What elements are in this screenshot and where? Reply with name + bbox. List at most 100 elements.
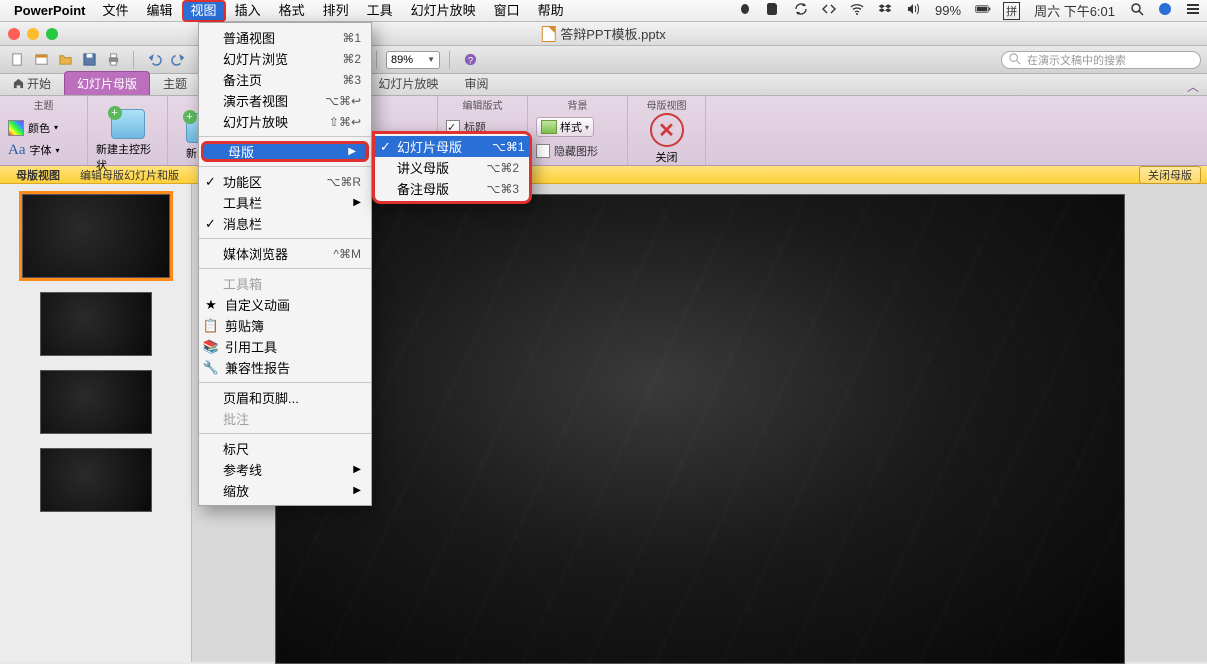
menu-file[interactable]: 文件 [94, 0, 138, 22]
menu-compatibility[interactable]: 🔧兼容性报告 [199, 357, 371, 378]
menu-custom-animation[interactable]: ★自定义动画 [199, 294, 371, 315]
menu-view[interactable]: 视图 [182, 0, 226, 22]
thumbnail-master[interactable] [22, 194, 170, 278]
minimize-window-button[interactable] [27, 28, 39, 40]
tab-slide-master[interactable]: 幻灯片母版 [64, 71, 150, 95]
battery-text[interactable]: 99% [933, 3, 963, 18]
menu-insert[interactable]: 插入 [226, 0, 270, 22]
svg-text:?: ? [467, 55, 472, 65]
wrench-icon: 🔧 [203, 360, 219, 376]
zoom-value: 89% [391, 54, 413, 66]
close-master-bar-button[interactable]: 关闭母版 [1139, 166, 1201, 184]
books-icon: 📚 [203, 339, 219, 355]
volume-icon[interactable] [905, 1, 921, 20]
open-button[interactable] [54, 50, 76, 70]
spotlight-icon[interactable] [1129, 1, 1145, 20]
document-icon [541, 26, 555, 42]
menu-scrapbook[interactable]: 📋剪贴簿 [199, 315, 371, 336]
master-submenu: 幻灯片母版⌥⌘1 讲义母版⌥⌘2 备注母版⌥⌘3 [372, 131, 532, 204]
theme-fonts-button[interactable]: Aa字体▾ [8, 142, 60, 159]
ime-indicator[interactable]: 拼 [1003, 2, 1020, 20]
main-area [0, 184, 1207, 662]
clock[interactable]: 周六 下午6:01 [1032, 1, 1117, 20]
tab-home[interactable]: 开始 [0, 71, 64, 95]
background-styles-button[interactable]: 样式▾ [536, 117, 594, 137]
search-field[interactable]: 在演示文稿中的搜索 [1001, 51, 1201, 69]
menu-reference-tools[interactable]: 📚引用工具 [199, 336, 371, 357]
window-titlebar: 答辩PPT模板.pptx [0, 22, 1207, 46]
thumbnail-layout-3[interactable] [40, 448, 152, 512]
quick-access-toolbar: 89%▼ ? 在演示文稿中的搜索 [0, 46, 1207, 74]
group-edit-label: 编辑版式 [438, 96, 527, 113]
menu-master[interactable]: 母版▶ [201, 141, 369, 162]
siri-icon[interactable] [1157, 1, 1173, 20]
slide-thumbnails[interactable] [0, 184, 192, 662]
menu-message-bar[interactable]: 消息栏 [199, 213, 371, 234]
menu-tools[interactable]: 工具 [358, 0, 402, 22]
wifi-icon[interactable] [849, 1, 865, 20]
zoom-combo[interactable]: 89%▼ [386, 51, 440, 69]
submenu-notes-master[interactable]: 备注母版⌥⌘3 [375, 178, 529, 199]
menu-ruler[interactable]: 标尺 [199, 438, 371, 459]
menu-header-footer[interactable]: 页眉和页脚... [199, 387, 371, 408]
menubar-right: 99% 拼 周六 下午6:01 [737, 1, 1201, 20]
menu-window[interactable]: 窗口 [485, 0, 529, 22]
master-info-bar: 母版视图 编辑母版幻灯片和版 关闭母版 [0, 166, 1207, 184]
master-info-text: 编辑母版幻灯片和版 [70, 167, 189, 183]
menu-slide-sorter[interactable]: 幻灯片浏览⌘2 [199, 48, 371, 69]
menu-guides[interactable]: 参考线▶ [199, 459, 371, 480]
undo-button[interactable] [143, 50, 165, 70]
search-placeholder: 在演示文稿中的搜索 [1027, 52, 1126, 68]
new-placeholder-button[interactable]: 新建主控形状 [96, 109, 159, 173]
group-background-label: 背景 [528, 96, 627, 113]
menu-slideshow[interactable]: 幻灯片放映 [402, 0, 485, 22]
menu-edit[interactable]: 编辑 [138, 0, 182, 22]
new-file-button[interactable] [6, 50, 28, 70]
help-button[interactable]: ? [459, 50, 481, 70]
menu-format[interactable]: 格式 [270, 0, 314, 22]
theme-colors-button[interactable]: 颜色▾ [8, 120, 60, 136]
thumbnail-layout-2[interactable] [40, 370, 152, 434]
master-info-title: 母版视图 [6, 167, 70, 183]
ribbon: 主题 颜色▾ Aa字体▾ 新建主控形状 新的版 编辑版式 ✓标题 背景 样式▾ … [0, 96, 1207, 166]
notification-icon[interactable] [1185, 1, 1201, 20]
menu-comments: 批注 [199, 408, 371, 429]
close-window-button[interactable] [8, 28, 20, 40]
menu-toolbars[interactable]: 工具栏▶ [199, 192, 371, 213]
menu-help[interactable]: 帮助 [529, 0, 573, 22]
evernote-icon[interactable] [765, 1, 781, 20]
save-button[interactable] [78, 50, 100, 70]
tab-themes[interactable]: 主题 [150, 71, 200, 95]
new-template-button[interactable] [30, 50, 52, 70]
print-button[interactable] [102, 50, 124, 70]
menu-normal-view[interactable]: 普通视图⌘1 [199, 27, 371, 48]
ribbon-collapse-button[interactable]: ︿ [1179, 78, 1207, 95]
menu-media-browser[interactable]: 媒体浏览器^⌘M [199, 243, 371, 264]
menu-presenter-view[interactable]: 演示者视图⌥⌘↩ [199, 90, 371, 111]
zoom-window-button[interactable] [46, 28, 58, 40]
app-name[interactable]: PowerPoint [6, 3, 94, 18]
hide-graphics-checkbox[interactable]: 隐藏图形 [536, 143, 598, 159]
redo-button[interactable] [167, 50, 189, 70]
submenu-handout-master[interactable]: 讲义母版⌥⌘2 [375, 157, 529, 178]
submenu-slide-master[interactable]: 幻灯片母版⌥⌘1 [375, 136, 529, 157]
tab-slideshow[interactable]: 幻灯片放映 [365, 71, 451, 95]
battery-icon[interactable] [975, 1, 991, 20]
menu-notes-page[interactable]: 备注页⌘3 [199, 69, 371, 90]
menu-arrange[interactable]: 排列 [314, 0, 358, 22]
star-icon: ★ [203, 297, 219, 313]
group-theme-label: 主题 [0, 96, 87, 113]
thumbnail-layout-1[interactable] [40, 292, 152, 356]
code-icon[interactable] [821, 1, 837, 20]
mac-menubar: PowerPoint 文件 编辑 视图 插入 格式 排列 工具 幻灯片放映 窗口… [0, 0, 1207, 22]
slide[interactable] [275, 194, 1125, 664]
qq-icon[interactable] [737, 1, 753, 20]
sync-icon[interactable] [793, 1, 809, 20]
close-master-button[interactable]: ✕关闭 [650, 113, 684, 165]
menu-zoom[interactable]: 缩放▶ [199, 480, 371, 501]
menu-ribbon-toggle[interactable]: 功能区⌥⌘R [199, 171, 371, 192]
dropbox-icon[interactable] [877, 1, 893, 20]
menu-toolbox: 工具箱 [199, 273, 371, 294]
tab-review[interactable]: 审阅 [451, 71, 501, 95]
menu-slideshow[interactable]: 幻灯片放映⇧⌘↩ [199, 111, 371, 132]
